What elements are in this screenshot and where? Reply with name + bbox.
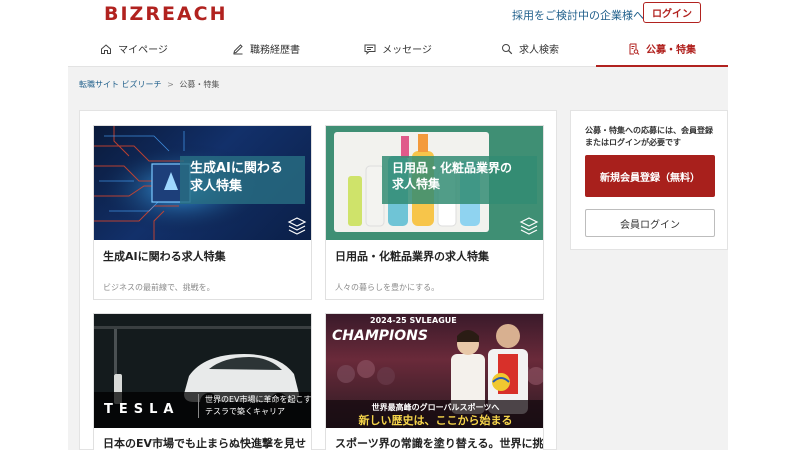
feature-card-tesla[interactable]: TESLA 世界のEV市場に革命を起こす テスラで築くキャリア 日本のEV市場で… <box>93 313 312 450</box>
card-description: ビジネスの最前線で、挑戦を。 <box>103 283 215 292</box>
card-image-caption-line1: 生成AIに関わる <box>190 161 283 176</box>
login-sidebar: 公募・特集への応募には、会員登録またはログインが必要です 新規会員登録（無料） … <box>570 110 728 250</box>
card-image-sports: 2024-25 SVLEAGUE CHAMPIONS 世界最高峰のグローバルスポ… <box>326 314 543 428</box>
main-nav: マイページ 職務経歴書 メッセージ 求人検索 公募・特集 <box>68 31 728 67</box>
register-button[interactable]: 新規会員登録（無料） <box>585 155 715 197</box>
feature-card-ai[interactable]: 生成AIに関わる 求人特集 生成AIに関わる求人特集 ビジネスの最前線で、挑戦を… <box>93 125 312 300</box>
feature-card-cosmetics[interactable]: 日用品・化粧品業界の 求人特集 日用品・化粧品業界の求人特集 人々の暮らしを豊か… <box>325 125 544 300</box>
member-login-button[interactable]: 会員ログイン <box>585 209 715 237</box>
breadcrumb-separator: > <box>167 80 174 89</box>
nav-item-mypage[interactable]: マイページ <box>68 31 200 66</box>
card-image-caption-line1: 日用品・化粧品業界の <box>392 161 513 175</box>
login-required-note: 公募・特集への応募には、会員登録またはログインが必要です <box>585 126 713 147</box>
nav-item-resume[interactable]: 職務経歴書 <box>200 31 332 66</box>
card-image-caption: 日用品・化粧品業界の 求人特集 <box>382 156 537 204</box>
search-icon <box>501 43 513 55</box>
nav-item-label: マイページ <box>118 45 168 56</box>
bizreach-logo[interactable]: BIZREACH <box>104 3 228 25</box>
corporate-link[interactable]: 採用をご検討中の企業様へ <box>512 7 644 23</box>
nav-item-messages[interactable]: メッセージ <box>332 31 464 66</box>
card-image-caption-line2: テスラで築くキャリア <box>205 407 285 416</box>
card-title[interactable]: スポーツ界の常識を塗り替える。世界に挑 <box>335 435 543 450</box>
stack-badge-icon <box>519 217 539 235</box>
card-title[interactable]: 日用品・化粧品業界の求人特集 <box>335 248 489 264</box>
nav-item-label: メッセージ <box>382 45 432 56</box>
home-icon <box>100 43 112 55</box>
pencil-icon <box>232 43 244 55</box>
document-icon <box>628 43 640 55</box>
breadcrumb-current: 公募・特集 <box>179 80 220 89</box>
card-title[interactable]: 生成AIに関わる求人特集 <box>103 248 226 264</box>
stack-badge-icon <box>287 217 307 235</box>
tesla-logo: TESLA <box>104 402 180 417</box>
card-description: 人々の暮らしを豊かにする。 <box>335 283 440 292</box>
login-button[interactable]: ログイン <box>643 2 701 23</box>
nav-item-label: 職務経歴書 <box>250 45 300 56</box>
card-image-caption-line1: 世界のEV市場に革命を起こす <box>205 395 312 404</box>
nav-item-label: 求人検索 <box>519 45 559 56</box>
feature-list-panel: 生成AIに関わる 求人特集 生成AIに関わる求人特集 ビジネスの最前線で、挑戦を… <box>79 110 557 450</box>
card-image-caption-line2: 求人特集 <box>392 177 441 192</box>
card-image-cosmetics: 日用品・化粧品業界の 求人特集 <box>326 126 543 240</box>
card-image-caption-line2: 新しい歴史は、ここから始まる <box>358 414 513 427</box>
message-icon <box>364 43 376 55</box>
breadcrumb-home-link[interactable]: 転職サイト ビズリーチ <box>79 80 162 89</box>
card-image-caption-line2: 求人特集 <box>190 178 243 194</box>
nav-item-label: 公募・特集 <box>646 45 696 56</box>
nav-item-job-search[interactable]: 求人検索 <box>464 31 596 66</box>
breadcrumb: 転職サイト ビズリーチ > 公募・特集 <box>79 79 219 90</box>
card-image-caption: 生成AIに関わる 求人特集 <box>180 156 305 204</box>
card-image-tesla: TESLA 世界のEV市場に革命を起こす テスラで築くキャリア <box>94 314 311 428</box>
nav-item-features[interactable]: 公募・特集 <box>596 31 728 67</box>
card-title[interactable]: 日本のEV市場でも止まらぬ快進撃を見せ <box>103 435 306 450</box>
league-season-text: 2024-25 SVLEAGUE <box>370 316 457 325</box>
champions-text: CHAMPIONS <box>332 328 428 344</box>
top-header: BIZREACH 採用をご検討中の企業様へ ログイン <box>0 0 800 31</box>
card-image-ai: 生成AIに関わる 求人特集 <box>94 126 311 240</box>
card-image-caption: 世界のEV市場に革命を起こす テスラで築くキャリア <box>198 394 311 418</box>
feature-card-sports[interactable]: 2024-25 SVLEAGUE CHAMPIONS 世界最高峰のグローバルスポ… <box>325 313 544 450</box>
